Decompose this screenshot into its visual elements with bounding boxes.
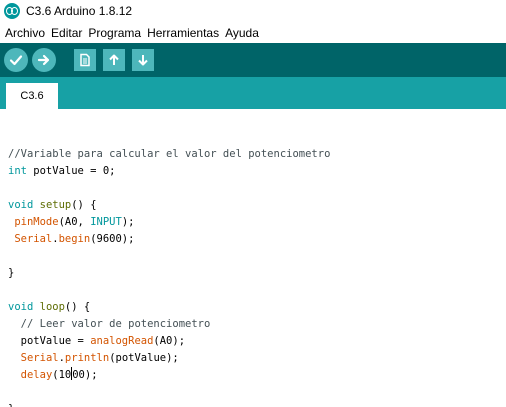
arrow-right-icon bbox=[37, 54, 50, 66]
code-area[interactable]: //Variable para calcular el valor del po… bbox=[8, 129, 330, 407]
code-line[interactable] bbox=[8, 384, 330, 401]
code-line[interactable]: // Leer valor de potenciometro bbox=[8, 316, 330, 333]
open-sketch-button[interactable] bbox=[103, 49, 125, 71]
code-line[interactable]: } bbox=[8, 401, 330, 407]
menu-ayuda[interactable]: Ayuda bbox=[222, 24, 262, 42]
code-line[interactable]: int potValue = 0; bbox=[8, 163, 330, 180]
new-sketch-button[interactable] bbox=[74, 49, 96, 71]
code-line[interactable] bbox=[8, 180, 330, 197]
code-line[interactable]: void setup() { bbox=[8, 197, 330, 214]
code-line[interactable] bbox=[8, 248, 330, 265]
code-line[interactable]: } bbox=[8, 265, 330, 282]
upload-button[interactable] bbox=[32, 48, 56, 72]
code-line[interactable]: //Variable para calcular el valor del po… bbox=[8, 146, 330, 163]
code-line[interactable]: potValue = analogRead(A0); bbox=[8, 333, 330, 350]
title-bar: C3.6 Arduino 1.8.12 bbox=[0, 0, 506, 22]
menu-editar[interactable]: Editar bbox=[48, 24, 85, 42]
toolbar bbox=[0, 43, 506, 77]
arrow-up-icon bbox=[109, 54, 119, 65]
code-editor[interactable]: //Variable para calcular el valor del po… bbox=[0, 109, 506, 407]
tab-bar: C3.6 bbox=[0, 77, 506, 109]
check-icon bbox=[9, 55, 23, 66]
window-title: C3.6 Arduino 1.8.12 bbox=[26, 4, 133, 18]
code-line[interactable] bbox=[8, 129, 330, 146]
arduino-logo-icon bbox=[4, 3, 20, 19]
save-sketch-button[interactable] bbox=[132, 49, 154, 71]
code-line[interactable]: void loop() { bbox=[8, 299, 330, 316]
document-icon bbox=[80, 53, 90, 67]
menu-programa[interactable]: Programa bbox=[85, 24, 144, 42]
code-line[interactable]: pinMode(A0, INPUT); bbox=[8, 214, 330, 231]
code-line[interactable]: delay(1000); bbox=[8, 367, 330, 384]
text-caret bbox=[71, 367, 73, 380]
verify-button[interactable] bbox=[4, 48, 28, 72]
menu-herramientas[interactable]: Herramientas bbox=[144, 24, 222, 42]
code-line[interactable]: Serial.begin(9600); bbox=[8, 231, 330, 248]
menu-bar: Archivo Editar Programa Herramientas Ayu… bbox=[0, 22, 506, 43]
tab-c3-6[interactable]: C3.6 bbox=[6, 83, 58, 109]
code-line[interactable] bbox=[8, 282, 330, 299]
arrow-down-icon bbox=[138, 55, 148, 66]
menu-archivo[interactable]: Archivo bbox=[2, 24, 48, 42]
code-line[interactable]: Serial.println(potValue); bbox=[8, 350, 330, 367]
